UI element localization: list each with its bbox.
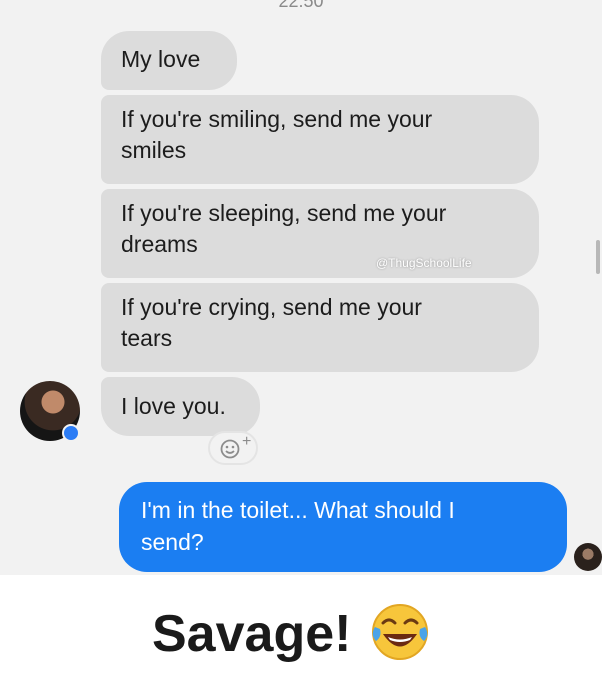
received-message[interactable]: If you're smiling, send me your smiles — [101, 95, 539, 184]
received-message[interactable]: If you're sleeping, send me your dreams — [101, 189, 539, 278]
received-message[interactable]: I love you. — [101, 377, 260, 436]
add-reaction-button[interactable]: + — [208, 431, 258, 465]
received-message[interactable]: My love — [101, 31, 237, 90]
received-message[interactable]: If you're crying, send me your tears — [101, 283, 539, 372]
plus-icon: + — [242, 433, 252, 450]
tears-of-joy-emoji-icon — [372, 604, 428, 660]
watermark: @ThugSchoolLife — [376, 256, 472, 270]
smiley-icon — [220, 439, 240, 459]
message-timestamp: 22:50 — [278, 0, 324, 11]
seen-avatar — [574, 543, 602, 571]
sent-message[interactable]: I'm in the toilet... What should I send? — [119, 482, 567, 572]
caption-text: Savage! — [152, 605, 352, 663]
chat-thread: 22:50 My love If you're smiling, send me… — [0, 0, 602, 575]
scrollbar[interactable] — [596, 240, 600, 274]
messenger-badge-icon — [62, 424, 80, 442]
